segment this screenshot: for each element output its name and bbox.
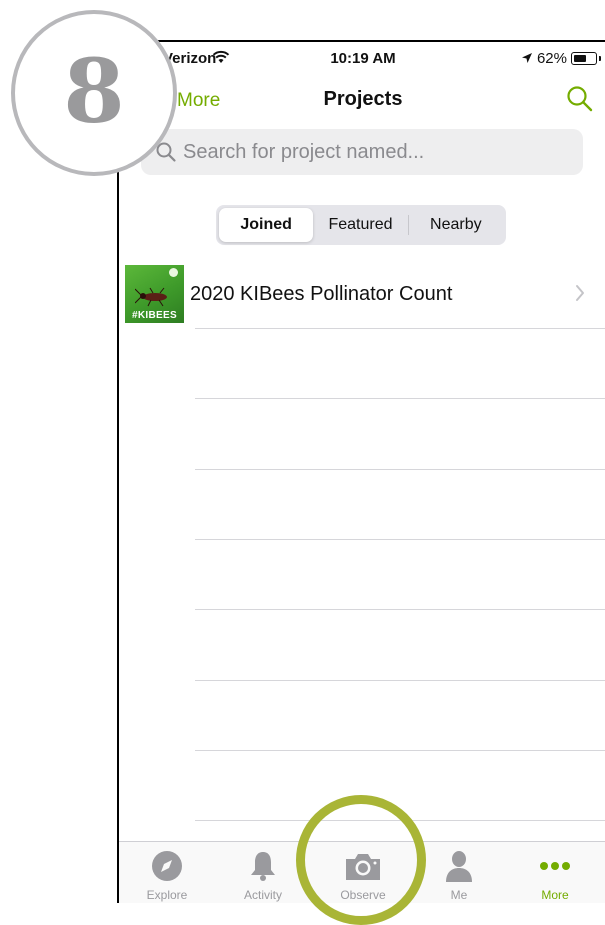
tab-label-more: More <box>541 888 569 902</box>
camera-icon <box>346 854 380 880</box>
battery-cap <box>599 56 601 61</box>
tab-observe[interactable]: Observe <box>315 842 411 903</box>
project-thumbnail-tag: #KIBEES <box>132 310 177 321</box>
battery-icon <box>571 52 597 65</box>
project-name: 2020 KIBees Pollinator Count <box>190 283 453 305</box>
navigation-bar: More Projects <box>119 74 605 122</box>
person-icon <box>446 851 472 882</box>
location-arrow-icon <box>522 53 532 63</box>
tab-explore[interactable]: Explore <box>119 842 215 903</box>
row-separator <box>195 539 605 540</box>
tab-bar: Explore Activity Observe Me More <box>119 841 605 903</box>
step-number: 8 <box>63 39 125 143</box>
status-bar: Verizon 10:19 AM 62% <box>119 42 605 74</box>
tab-label-explore: Explore <box>146 888 188 902</box>
search-input[interactable] <box>181 139 565 165</box>
row-separator <box>195 820 605 821</box>
segment-featured[interactable]: Featured <box>313 208 407 242</box>
project-logo-icon <box>169 268 178 277</box>
row-separator <box>195 469 605 470</box>
phone-screen: Verizon 10:19 AM 62% More Projects Searc… <box>117 40 605 903</box>
search-icon[interactable] <box>565 84 595 114</box>
chevron-right-icon <box>576 285 584 301</box>
row-separator <box>195 398 605 399</box>
compass-icon <box>152 851 182 881</box>
row-separator <box>195 680 605 681</box>
tab-activity[interactable]: Activity <box>215 842 311 903</box>
project-filter-segmented-control: Joined Featured Nearby <box>216 205 506 245</box>
row-separator <box>195 328 605 329</box>
step-number-badge: 8 <box>11 10 177 176</box>
tab-label-activity: Activity <box>243 888 282 902</box>
project-search-field[interactable] <box>141 129 583 175</box>
project-thumbnail: #KIBEES <box>125 265 184 323</box>
tab-label-me: Me <box>450 888 468 902</box>
battery-percent: 62% <box>536 50 567 67</box>
bell-icon <box>251 852 275 881</box>
tab-more[interactable]: More <box>507 842 603 903</box>
page-title: Projects <box>323 88 403 110</box>
row-separator <box>195 750 605 751</box>
tab-me[interactable]: Me <box>411 842 507 903</box>
battery-level <box>574 55 587 62</box>
segment-nearby[interactable]: Nearby <box>409 208 503 242</box>
project-row[interactable]: #KIBEES 2020 KIBees Pollinator Count <box>119 262 605 328</box>
more-dots-icon <box>540 862 570 870</box>
segment-joined[interactable]: Joined <box>219 208 314 242</box>
tab-label-observe: Observe <box>340 888 386 902</box>
beetle-image <box>135 287 167 307</box>
row-separator <box>195 609 605 610</box>
